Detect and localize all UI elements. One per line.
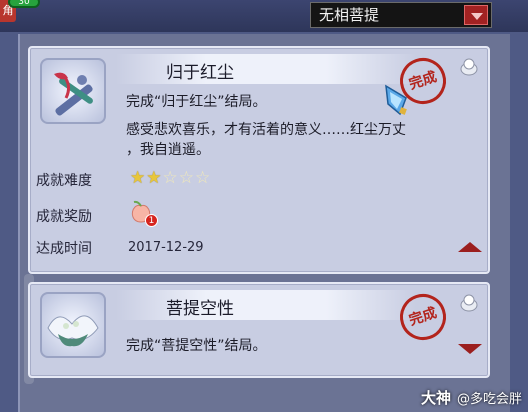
achievement-card: 归于红尘 完成 完成“归于红尘”结局。 感受悲欢喜乐，才有活着的意义……红尘万丈… [28,46,490,274]
collapse-button[interactable] [458,242,482,252]
star-empty-icon: ☆ [162,168,179,188]
star-empty-icon: ☆ [195,168,212,188]
title-bar [116,290,416,320]
achievement-description: 完成“归于红尘”结局。 [126,94,267,110]
ending-category-dropdown[interactable]: 无相菩提 [310,2,492,28]
completion-date: 2017-12-29 [128,240,204,255]
dropdown-arrow-button[interactable] [464,5,488,25]
lotus-icon [47,315,99,347]
watermark-user: @多吃会胖 [456,392,522,407]
achievement-card: 菩提空性 完成 完成“菩提空性”结局。 [28,282,490,378]
flute-scroll-icon [54,72,93,116]
achievement-description: 感受悲欢喜乐，才有活着的意义……红尘万丈 [126,122,406,138]
reward-count-badge: 1 [145,214,158,227]
watermark: 大神 @多吃会胖 [421,387,522,408]
achievement-icon-frame [40,292,106,358]
achievement-icon-frame [40,58,106,124]
reward-item[interactable]: 1 [128,198,158,227]
title-bar [116,54,416,84]
dropdown-selected-value: 无相菩提 [319,6,380,24]
difficulty-label: 成就难度 [36,173,92,189]
date-label: 达成时间 [36,241,92,257]
star-filled-icon: ★ [146,168,163,188]
pearl-icon[interactable] [458,56,480,78]
watermark-brand: 大神 [420,389,451,407]
achievement-title: 菩提空性 [166,299,234,319]
achievement-title: 归于红尘 [166,63,234,83]
level-badge: 30 [8,0,40,8]
achievement-description: 完成“菩提空性”结局。 [126,338,267,354]
star-filled-icon: ★ [130,168,147,188]
achievement-description: ，我自逍遥。 [126,142,210,158]
star-empty-icon: ☆ [178,168,195,188]
pearl-icon[interactable] [458,292,480,314]
reward-label: 成就奖励 [36,209,92,225]
expand-button[interactable] [458,344,482,354]
difficulty-stars: ★★☆☆☆ [130,168,211,188]
